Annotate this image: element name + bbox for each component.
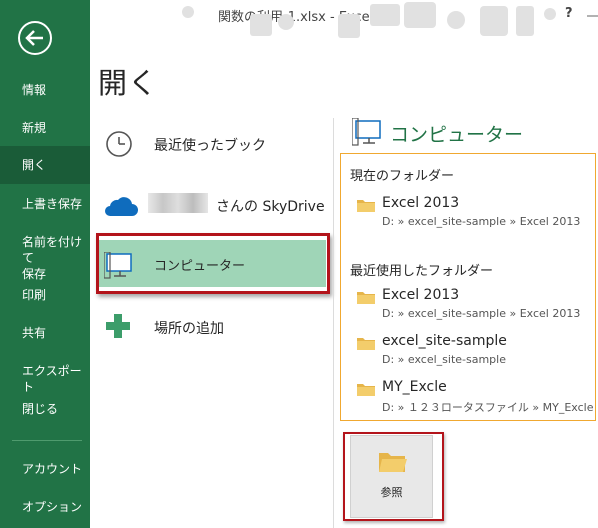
folder-path: D: » excel_site-sample » Excel 2013 (382, 307, 581, 320)
help-button[interactable]: ? (565, 6, 573, 21)
nav-divider (12, 440, 82, 441)
browse-label: 参照 (380, 486, 403, 499)
nav-item-options[interactable]: オプション (0, 499, 90, 515)
folder-name: excel_site-sample (382, 333, 507, 349)
folder-path: D: » excel_site-sample » Excel 2013 (382, 215, 581, 228)
recent-folder-item[interactable]: MY_Excle D: » １２３ロータスファイル » MY_Excle (355, 379, 595, 419)
page-title: 開く (98, 66, 159, 100)
nav-item-save[interactable]: 上書き保存 (0, 196, 90, 212)
folders-box: 現在のフォルダー Excel 2013 D: » excel_site-samp… (340, 153, 596, 421)
folder-icon (357, 200, 375, 212)
recent-folders-label: 最近使用したフォルダー (350, 264, 494, 279)
folder-name: MY_Excle (382, 379, 447, 395)
nav-item-info[interactable]: 情報 (0, 82, 90, 98)
place-label: 場所の追加 (154, 321, 224, 337)
highlight-frame-computer (96, 233, 330, 294)
folder-icon (357, 338, 375, 350)
place-label: さんの SkyDrive (216, 199, 325, 215)
folder-name: Excel 2013 (382, 287, 460, 303)
blurred-account-name (148, 193, 208, 213)
folder-icon (357, 292, 375, 304)
recent-folder-item[interactable]: excel_site-sample D: » excel_site-sample (355, 333, 595, 373)
current-folder-item[interactable]: Excel 2013 D: » excel_site-sample » Exce… (355, 195, 595, 235)
nav-item-share[interactable]: 共有 (0, 325, 90, 341)
backstage-nav: 情報 新規 開く 上書き保存 名前を付けて 保存 印刷 共有 エクスポート 閉じ… (0, 0, 90, 528)
nav-item-open[interactable]: 開く (0, 146, 90, 184)
folder-icon (357, 384, 375, 396)
plus-icon (106, 314, 130, 338)
computer-icon (351, 117, 381, 146)
place-label: 最近使ったブック (154, 138, 266, 154)
skydrive-cloud-icon (105, 197, 138, 216)
back-arrow-icon (18, 21, 52, 55)
right-pane-heading: コンピューター (351, 117, 523, 148)
minimize-button[interactable] (584, 0, 598, 30)
folder-path: D: » １２３ロータスファイル » MY_Excle (382, 401, 594, 414)
folder-path: D: » excel_site-sample (382, 353, 506, 366)
nav-item-save-as[interactable]: 名前を付けて 保存 (0, 234, 90, 282)
recent-folder-item[interactable]: Excel 2013 D: » excel_site-sample » Exce… (355, 287, 595, 327)
place-recent-workbooks[interactable]: 最近使ったブック (98, 119, 326, 169)
nav-item-close[interactable]: 閉じる (0, 401, 90, 417)
minimize-icon (587, 15, 598, 17)
decorative-doodle-art (182, 2, 556, 38)
nav-item-new[interactable]: 新規 (0, 120, 90, 136)
folder-name: Excel 2013 (382, 195, 460, 211)
nav-item-export[interactable]: エクスポート (0, 363, 90, 395)
current-folder-label: 現在のフォルダー (350, 169, 455, 184)
clock-icon (106, 131, 132, 157)
browse-button[interactable]: 参照 (350, 435, 433, 518)
nav-item-account[interactable]: アカウント (0, 461, 90, 477)
place-skydrive[interactable]: さんの SkyDrive (98, 180, 326, 230)
back-button[interactable] (17, 20, 53, 56)
folder-open-icon (379, 453, 407, 472)
right-pane-title: コンピューター (390, 124, 524, 146)
nav-item-print[interactable]: 印刷 (0, 287, 90, 303)
place-add-location[interactable]: 場所の追加 (98, 302, 326, 352)
column-divider (333, 118, 334, 528)
